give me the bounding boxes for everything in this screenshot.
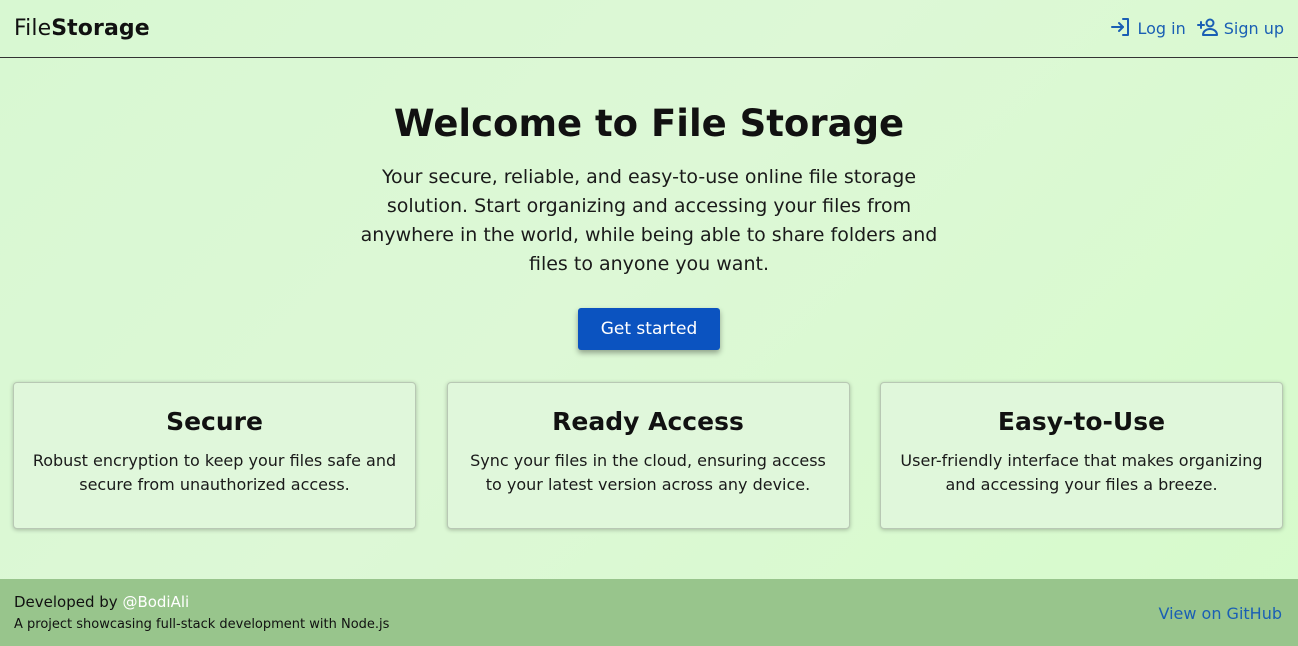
feature-title: Ready Access [552, 407, 744, 436]
person-add-icon [1196, 15, 1220, 43]
feature-card-ready-access: Ready Access Sync your files in the clou… [446, 382, 850, 529]
feature-title: Easy-to-Use [997, 407, 1166, 436]
site-header: FileStorage Log in Sign up [0, 0, 1298, 58]
feature-text: Robust encryption to keep your files saf… [32, 451, 397, 494]
author-link[interactable]: @BodiAli [122, 593, 189, 611]
footer-description: A project showcasing full-stack developm… [14, 617, 390, 632]
feature-text: Sync your files in the cloud, ensuring a… [470, 451, 826, 494]
developed-by-label: Developed by [14, 593, 123, 611]
feature-card-easy-to-use: Easy-to-Use User-friendly interface that… [880, 382, 1283, 529]
feature-text: User-friendly interface that makes organ… [900, 451, 1263, 494]
login-icon [1109, 15, 1133, 43]
brand-logo[interactable]: FileStorage [14, 16, 150, 41]
login-label: Log in [1137, 19, 1186, 38]
header-nav: Log in Sign up [1109, 15, 1284, 43]
features-section: Secure Robust encryption to keep your fi… [13, 382, 1283, 529]
footer-credit: Developed by @BodiAli [14, 593, 1284, 611]
feature-title: Secure [166, 407, 263, 436]
signup-link[interactable]: Sign up [1196, 15, 1284, 43]
brand-light-text: File [14, 16, 52, 41]
hero-section: Welcome to File Storage Your secure, rel… [0, 58, 1298, 350]
signup-label: Sign up [1223, 19, 1284, 38]
login-link[interactable]: Log in [1109, 15, 1186, 43]
site-footer: Developed by @BodiAli A project showcasi… [0, 579, 1298, 646]
github-link[interactable]: View on GitHub [1158, 604, 1282, 623]
brand-bold-text: Storage [51, 16, 150, 41]
feature-card-secure: Secure Robust encryption to keep your fi… [13, 382, 416, 529]
hero-description: Your secure, reliable, and easy-to-use o… [360, 166, 938, 275]
page-title: Welcome to File Storage [393, 102, 905, 145]
get-started-button[interactable]: Get started [578, 308, 720, 350]
